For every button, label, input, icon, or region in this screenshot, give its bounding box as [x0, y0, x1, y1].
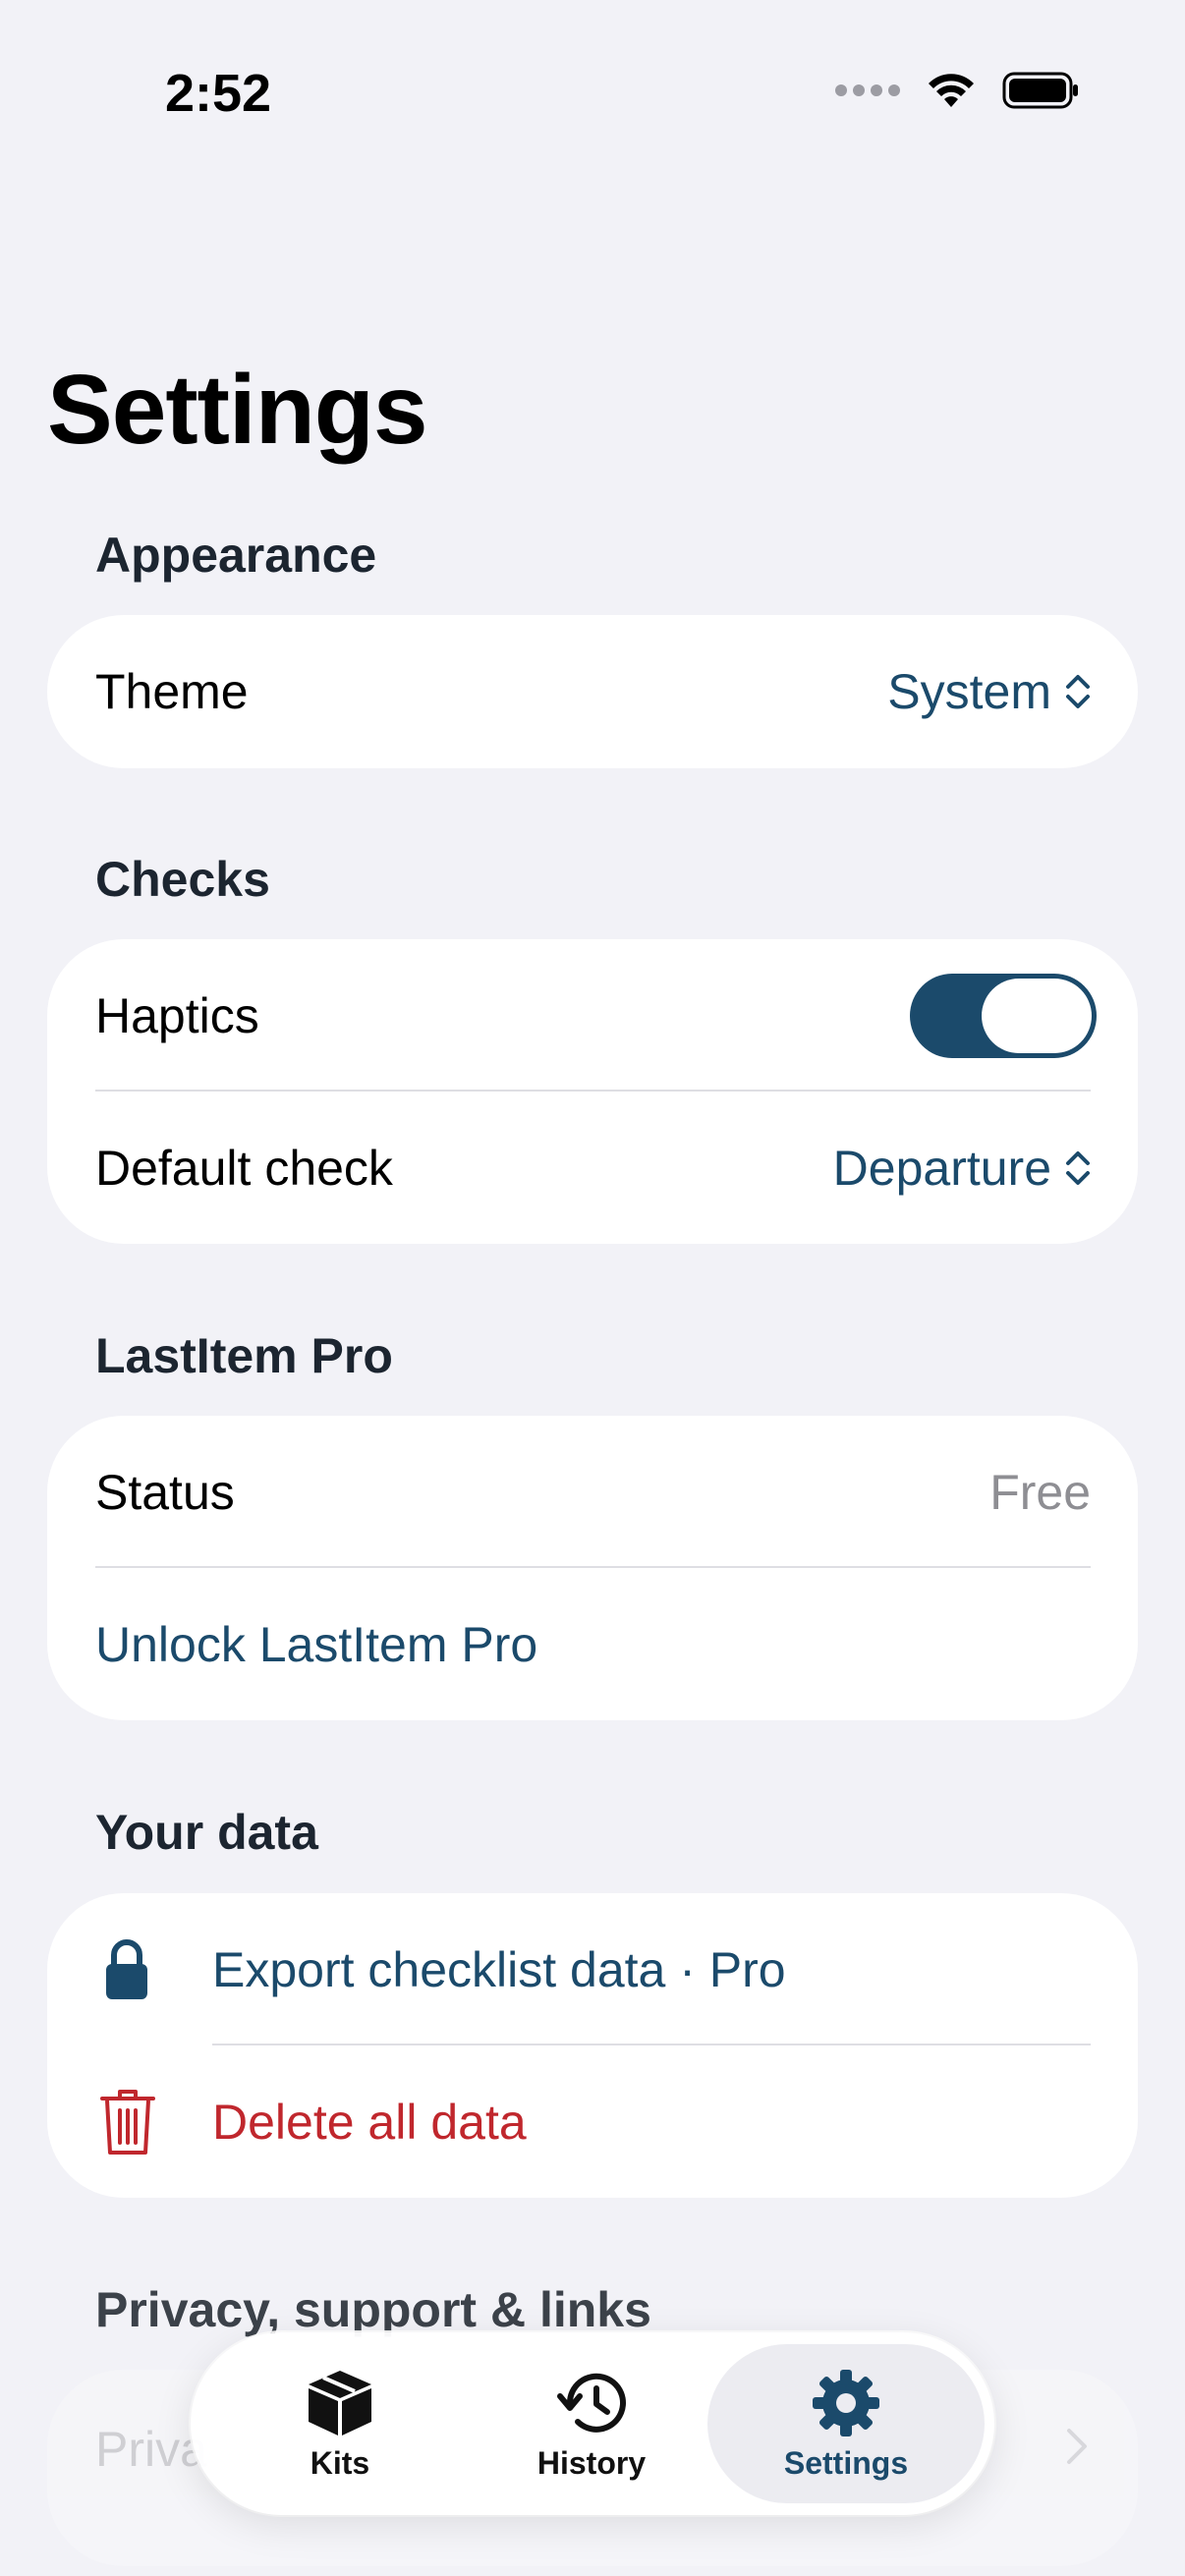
- status-row: Status Free: [47, 1416, 1138, 1569]
- section-header-privacy: Privacy, support & links: [95, 2282, 651, 2337]
- tab-settings-label: Settings: [783, 2444, 909, 2481]
- haptics-toggle[interactable]: [910, 974, 1097, 1058]
- section-header-appearance: Appearance: [95, 528, 377, 583]
- cellular-signal-icon: [835, 84, 900, 96]
- appearance-card: Theme System: [47, 615, 1138, 768]
- gear-icon: [813, 2369, 879, 2436]
- section-header-checks: Checks: [95, 852, 270, 907]
- theme-label: Theme: [95, 664, 249, 719]
- box-icon: [309, 2370, 371, 2436]
- history-icon: [557, 2373, 626, 2433]
- default-check-picker[interactable]: Departure: [833, 1140, 1091, 1197]
- haptics-row: Haptics: [47, 939, 1138, 1092]
- your-data-card: Export checklist data · Pro Delete all d…: [47, 1893, 1138, 2198]
- status-bar: 2:52: [0, 0, 1185, 196]
- status-time: 2:52: [165, 64, 272, 123]
- wifi-icon: [929, 74, 974, 107]
- page-title: Settings: [47, 355, 427, 465]
- pro-card: Status Free Unlock LastItem Pro: [47, 1416, 1138, 1720]
- tab-history[interactable]: History: [464, 2344, 719, 2503]
- section-header-pro: LastItem Pro: [95, 1328, 393, 1383]
- toggle-knob: [982, 979, 1092, 1053]
- tab-kits-label: Kits: [310, 2444, 370, 2481]
- theme-value: System: [887, 664, 1051, 719]
- delete-row[interactable]: Delete all data: [47, 2045, 1138, 2199]
- default-check-row[interactable]: Default check Departure: [47, 1092, 1138, 1245]
- trash-icon: [98, 2087, 157, 2157]
- status-value: Free: [989, 1465, 1091, 1520]
- unlock-pro-button[interactable]: Unlock LastItem Pro: [95, 1616, 537, 1673]
- tab-bar: Kits History Settings: [191, 2332, 994, 2515]
- default-check-value: Departure: [832, 1141, 1051, 1196]
- battery-icon: [1002, 72, 1078, 109]
- export-data-button[interactable]: Export checklist data · Pro: [212, 1941, 786, 1998]
- haptics-label: Haptics: [95, 988, 259, 1043]
- tab-settings[interactable]: Settings: [707, 2344, 985, 2503]
- checks-card: Haptics Default check Departure: [47, 939, 1138, 1244]
- status-label: Status: [95, 1465, 235, 1520]
- default-check-label: Default check: [95, 1141, 393, 1196]
- chevron-up-down-icon: [1066, 1151, 1090, 1185]
- chevron-up-down-icon: [1066, 675, 1090, 708]
- tab-kits[interactable]: Kits: [212, 2344, 468, 2503]
- unlock-pro-row[interactable]: Unlock LastItem Pro: [47, 1568, 1138, 1721]
- chevron-right-icon: [1067, 2429, 1087, 2464]
- theme-picker[interactable]: System: [887, 663, 1091, 720]
- status-indicators: [835, 71, 1081, 110]
- lock-icon: [102, 1937, 151, 2002]
- section-header-your-data: Your data: [95, 1805, 318, 1860]
- theme-row[interactable]: Theme System: [47, 615, 1138, 768]
- export-row[interactable]: Export checklist data · Pro: [47, 1893, 1138, 2046]
- tab-history-label: History: [536, 2444, 647, 2481]
- delete-all-data-button[interactable]: Delete all data: [212, 2094, 527, 2151]
